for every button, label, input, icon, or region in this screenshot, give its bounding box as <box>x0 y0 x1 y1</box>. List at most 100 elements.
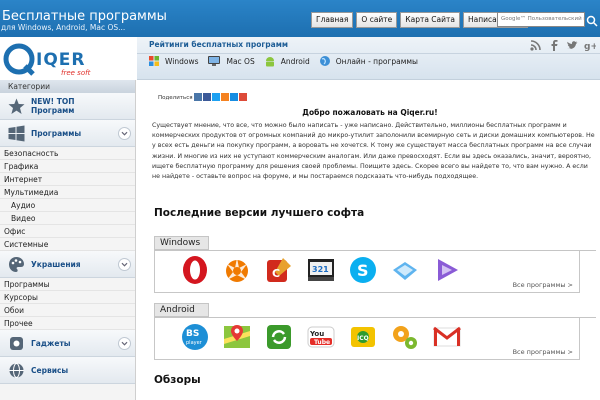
bsplayer-icon[interactable]: BSplayer <box>179 321 211 353</box>
settings-gears-icon[interactable] <box>389 321 421 353</box>
sidebar-item-new-top[interactable]: NEW! ТОП Программ <box>0 93 135 120</box>
tab-macos[interactable]: Mac OS <box>207 55 255 67</box>
nav-about-button[interactable]: О сайте <box>356 12 398 28</box>
odnoklassniki-share-icon[interactable] <box>221 93 229 101</box>
youtube-icon[interactable]: YouTube <box>305 321 337 353</box>
nav-home-button[interactable]: Главная <box>311 12 354 28</box>
icq-icon[interactable]: ICQ <box>347 321 379 353</box>
cloud-app-icon[interactable] <box>389 254 421 286</box>
gmail-icon[interactable] <box>431 321 463 353</box>
gadget-icon <box>10 337 23 350</box>
windows-apps-panel: C 321 S Все программы > <box>154 251 580 293</box>
google-maps-icon[interactable] <box>221 321 253 353</box>
file-sync-icon[interactable] <box>263 321 295 353</box>
palette-icon <box>9 257 24 272</box>
twitter-share-icon[interactable] <box>212 93 220 101</box>
twitter-icon[interactable] <box>566 39 578 51</box>
media-player-icon[interactable] <box>431 254 463 286</box>
svg-text:BS: BS <box>186 329 199 339</box>
tab-android-label: Android <box>280 56 310 66</box>
sidebar-item-multimedia[interactable]: Мультимедиа <box>0 186 135 199</box>
media-player-classic-icon[interactable]: 321 <box>305 254 337 286</box>
sidebar-item-cursors[interactable]: Курсоры <box>0 291 135 304</box>
sidebar-item-gadgets[interactable]: Гаджеты <box>0 330 135 357</box>
social-links: g+ <box>530 39 596 51</box>
share-label: Поделиться <box>158 95 193 101</box>
reviews-heading: Обзоры <box>154 374 201 386</box>
sidebar-item-decorations[interactable]: Украшения <box>0 251 135 278</box>
tab-online[interactable]: Онлайн - программы <box>319 55 418 67</box>
mac-monitor-icon <box>208 56 221 66</box>
svg-text:ICQ: ICQ <box>357 335 369 342</box>
sidebar-item-deco-programs[interactable]: Программы <box>0 278 135 291</box>
subbar-divider <box>137 53 600 54</box>
facebook-share-icon[interactable] <box>203 93 211 101</box>
svg-text:g+: g+ <box>584 42 596 51</box>
os-tabs: Windows Mac OS Android Онлайн - программ… <box>148 55 427 67</box>
share-icons <box>194 93 247 101</box>
sidebar-item-internet[interactable]: Интернет <box>0 173 135 186</box>
sidebar-item-graphics[interactable]: Графика <box>0 160 135 173</box>
globe-icon <box>9 363 24 378</box>
sidebar-item-programs-label: Программы <box>31 128 82 138</box>
chevron-down-icon[interactable] <box>118 258 131 271</box>
sidebar-item-video[interactable]: Видео <box>0 212 135 225</box>
windows-icon <box>8 125 25 142</box>
rss-icon[interactable] <box>530 39 542 51</box>
search-input[interactable]: Google™ Пользовательский пои <box>497 12 585 27</box>
chevron-down-icon[interactable] <box>118 337 131 350</box>
android-icon <box>265 57 274 67</box>
nav-sitemap-button[interactable]: Карта Сайта <box>400 12 460 28</box>
svg-text:IQER: IQER <box>36 50 85 70</box>
windows-section-label: Windows <box>154 236 209 250</box>
sidebar-item-services[interactable]: Сервисы <box>0 357 135 384</box>
sidebar-item-decorations-label: Украшения <box>31 259 81 269</box>
sidebar-header: Категории <box>0 80 135 93</box>
android-section-label: Android <box>154 303 209 317</box>
ratings-bar: Рейтинги бесплатных программ g+ Windows … <box>137 37 600 80</box>
android-apps-panel: BS player You Tube ICQ Все программы > <box>154 318 580 360</box>
svg-text:You: You <box>309 330 324 338</box>
vk-share-icon[interactable] <box>194 93 202 101</box>
skype-icon[interactable]: S <box>347 254 379 286</box>
svg-text:free soft: free soft <box>61 69 91 77</box>
intro-text: Существует мнение, что все, что можно бы… <box>152 122 595 181</box>
latest-software-heading: Последние версии лучшего софта <box>154 207 365 219</box>
tab-android[interactable]: Android <box>264 55 310 67</box>
sidebar-item-new-top-label: NEW! ТОП Программ <box>31 97 75 115</box>
tab-online-label: Онлайн - программы <box>335 56 418 66</box>
site-subtitle: для Windows, Android, Mac OS... <box>1 23 126 32</box>
sidebar-item-wallpapers[interactable]: Обои <box>0 304 135 317</box>
svg-text:player: player <box>186 340 203 346</box>
logo-area: IQER free soft <box>0 37 136 80</box>
google-plus-share-icon[interactable] <box>239 93 247 101</box>
sidebar-item-system[interactable]: Системные <box>0 238 135 251</box>
mailru-share-icon[interactable] <box>230 93 238 101</box>
facebook-icon[interactable] <box>548 39 560 51</box>
sidebar: Категории NEW! ТОП Программ Программы Бе… <box>0 80 136 400</box>
tab-macos-label: Mac OS <box>226 56 255 66</box>
tab-windows[interactable]: Windows <box>148 55 198 67</box>
ratings-title[interactable]: Рейтинги бесплатных программ <box>149 40 288 49</box>
svg-text:C: C <box>272 267 280 280</box>
sidebar-item-services-label: Сервисы <box>31 365 69 375</box>
sidebar-item-programs[interactable]: Программы <box>0 120 135 147</box>
chevron-down-icon[interactable] <box>118 127 131 140</box>
sidebar-item-security[interactable]: Безопасность <box>0 147 135 160</box>
welcome-heading: Добро пожаловать на Qiqer.ru! <box>302 108 438 117</box>
opera-icon[interactable] <box>179 254 211 286</box>
site-logo[interactable]: IQER free soft <box>3 39 123 77</box>
ccleaner-icon[interactable]: C <box>263 254 295 286</box>
windows-all-programs-link[interactable]: Все программы > <box>513 281 573 289</box>
svg-text:321: 321 <box>312 265 329 274</box>
search-button[interactable] <box>586 13 598 27</box>
sidebar-item-other[interactable]: Прочее <box>0 317 135 330</box>
sidebar-item-audio[interactable]: Аудио <box>0 199 135 212</box>
sidebar-item-office[interactable]: Офис <box>0 225 135 238</box>
tab-windows-label: Windows <box>165 56 199 66</box>
site-title[interactable]: Бесплатные программы <box>2 9 167 24</box>
google-plus-icon[interactable]: g+ <box>584 39 596 51</box>
android-all-programs-link[interactable]: Все программы > <box>513 348 573 356</box>
avast-icon[interactable] <box>221 254 253 286</box>
site-header: Бесплатные программы для Windows, Androi… <box>0 0 600 37</box>
